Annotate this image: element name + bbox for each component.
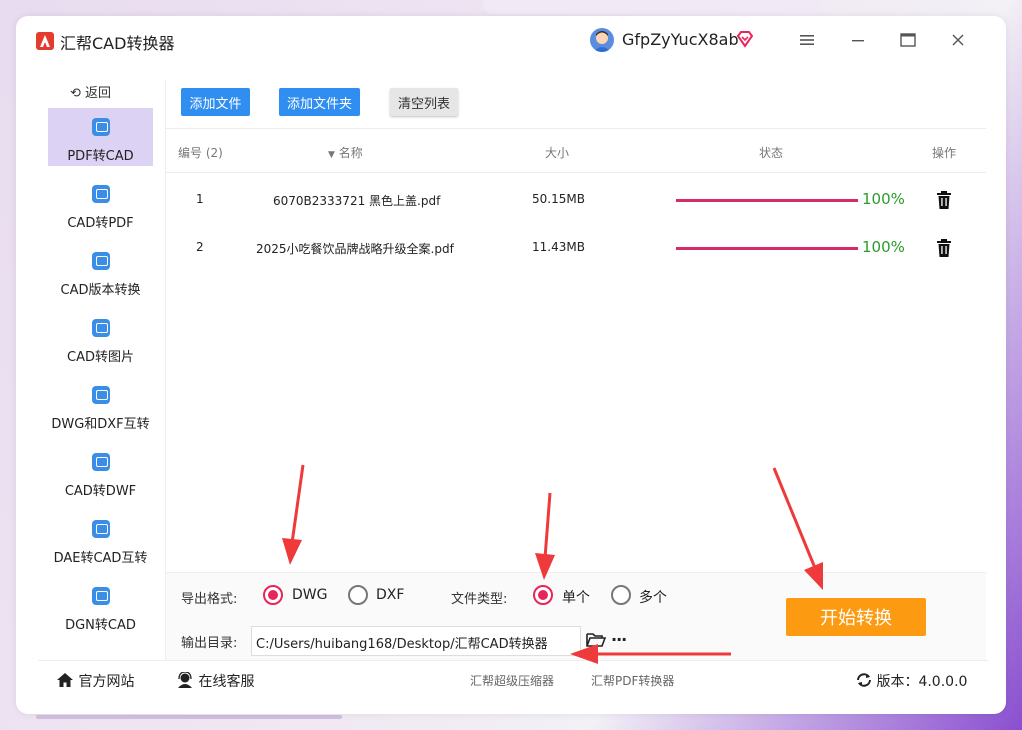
more-options-button[interactable]: ···: [611, 630, 627, 649]
row-progress-percent: 100%: [862, 238, 905, 256]
cad-to-image-icon: [92, 319, 110, 337]
background-tab: [483, 0, 821, 14]
sidebar-item-label: PDF转CAD: [67, 149, 134, 164]
row-progress-bar: [676, 199, 858, 202]
official-site-link[interactable]: 官方网站: [56, 671, 134, 692]
row-file-name: 2025小吃餐饮品牌战略升级全案.pdf: [256, 242, 454, 256]
cad-to-dwf-icon: [92, 453, 110, 471]
sidebar-item-label: CAD转图片: [67, 350, 134, 365]
row-number: 1: [196, 192, 204, 206]
sidebar-item-cad-to-pdf[interactable]: CAD转PDF: [48, 175, 153, 233]
format-radio-dwg[interactable]: [263, 585, 283, 605]
user-avatar[interactable]: [590, 28, 614, 52]
column-header-action: 操作: [932, 146, 957, 160]
output-dir-label: 输出目录:: [181, 636, 238, 651]
delete-icon[interactable]: [936, 191, 952, 209]
sidebar-item-dwg-dxf[interactable]: DWG和DXF互转: [48, 376, 153, 434]
table-row[interactable]: 1 6070B2333721 黑色上盖.pdf 50.15MB 100%: [166, 176, 986, 224]
file-type-label-multiple[interactable]: 多个: [639, 587, 667, 607]
file-type-radio-single[interactable]: [533, 585, 553, 605]
sidebar: ⟲ 返回 PDF转CAD CAD转PDF CAD版本转换 CAD转图片 DWG和…: [38, 80, 166, 660]
export-format-label: 导出格式:: [181, 592, 238, 607]
vip-diamond-icon[interactable]: [736, 30, 754, 48]
back-label: 返回: [85, 86, 112, 101]
file-type-radio-multiple[interactable]: [611, 585, 631, 605]
version-label: 版本：4.0.0.0: [876, 674, 968, 690]
footer: 官方网站 在线客服 汇帮超级压缩器 汇帮PDF转换器 版本：4.0.0.0: [38, 660, 988, 696]
title-bar: 汇帮CAD转换器 GfpZyYucX8ab: [22, 20, 972, 62]
sidebar-item-label: CAD版本转换: [60, 283, 141, 298]
sidebar-item-label: DAE转CAD互转: [53, 551, 148, 566]
online-service-label: 在线客服: [198, 674, 255, 690]
file-table-header: 编号 (2) ▼ 名称 大小 状态 操作: [166, 128, 986, 173]
column-header-status: 状态: [759, 146, 784, 160]
format-radio-dxf[interactable]: [348, 585, 368, 605]
home-icon: [56, 672, 74, 692]
pdf-to-cad-icon: [92, 118, 110, 136]
back-arrow-icon: ⟲: [70, 86, 81, 101]
column-header-name[interactable]: ▼ 名称: [328, 144, 363, 161]
sidebar-item-cad-to-dwf[interactable]: CAD转DWF: [48, 443, 153, 501]
sidebar-item-dae-to-cad[interactable]: DAE转CAD互转: [48, 510, 153, 568]
refresh-icon: [856, 672, 872, 692]
sidebar-item-cad-to-image[interactable]: CAD转图片: [48, 309, 153, 367]
row-file-name: 6070B2333721 黑色上盖.pdf: [273, 194, 441, 208]
dwg-dxf-icon: [92, 386, 110, 404]
file-type-label: 文件类型:: [451, 592, 508, 607]
file-type-label-single[interactable]: 单个: [562, 587, 590, 607]
sidebar-item-dgn-to-cad[interactable]: DGN转CAD: [48, 577, 153, 635]
sidebar-item-label: CAD转DWF: [64, 484, 137, 499]
cad-to-pdf-icon: [92, 185, 110, 203]
app-logo-icon: [36, 32, 54, 50]
sidebar-item-label: CAD转PDF: [67, 216, 134, 231]
row-number: 2: [196, 240, 204, 254]
start-convert-button[interactable]: 开始转换: [786, 598, 926, 636]
format-label-dwg[interactable]: DWG: [292, 587, 327, 603]
row-progress-bar: [676, 247, 858, 250]
format-label-dxf[interactable]: DXF: [376, 587, 404, 603]
maximize-icon[interactable]: [896, 28, 920, 52]
dgn-to-cad-icon: [92, 587, 110, 605]
column-header-size: 大小: [545, 146, 570, 160]
compressor-link[interactable]: 汇帮超级压缩器: [470, 672, 554, 689]
sidebar-item-label: DGN转CAD: [65, 618, 136, 633]
username[interactable]: GfpZyYucX8ab: [622, 30, 739, 49]
app-title: 汇帮CAD转换器: [60, 34, 175, 53]
sidebar-item-label: DWG和DXF互转: [51, 417, 150, 432]
cad-version-icon: [92, 252, 110, 270]
delete-icon[interactable]: [936, 239, 952, 257]
dae-to-cad-icon: [92, 520, 110, 538]
row-progress-percent: 100%: [862, 190, 905, 208]
pdf-converter-link[interactable]: 汇帮PDF转换器: [591, 672, 674, 689]
back-button[interactable]: ⟲ 返回: [70, 82, 111, 101]
add-folder-button[interactable]: 添加文件夹: [279, 88, 360, 116]
sidebar-item-pdf-to-cad[interactable]: PDF转CAD: [48, 108, 153, 166]
close-icon[interactable]: [946, 28, 970, 52]
row-file-size: 11.43MB: [532, 240, 585, 254]
background-bar: [36, 715, 342, 719]
column-header-number: 编号 (2): [178, 146, 223, 160]
sidebar-item-cad-version[interactable]: CAD版本转换: [48, 242, 153, 300]
headset-icon: [176, 671, 194, 692]
official-site-label: 官方网站: [78, 674, 135, 690]
version-info[interactable]: 版本：4.0.0.0: [856, 671, 967, 692]
online-service-link[interactable]: 在线客服: [176, 671, 254, 692]
row-file-size: 50.15MB: [532, 192, 585, 206]
menu-icon[interactable]: [795, 28, 819, 52]
table-row[interactable]: 2 2025小吃餐饮品牌战略升级全案.pdf 11.43MB 100%: [166, 224, 986, 272]
output-dir-input[interactable]: C:/Users/huibang168/Desktop/汇帮CAD转换器: [251, 626, 581, 656]
column-header-name-label: 名称: [338, 146, 363, 160]
minimize-icon[interactable]: [846, 28, 870, 52]
clear-list-button[interactable]: 清空列表: [390, 88, 458, 116]
folder-open-icon[interactable]: [586, 632, 607, 648]
add-file-button[interactable]: 添加文件: [181, 88, 250, 116]
sort-down-icon: ▼: [328, 150, 335, 160]
